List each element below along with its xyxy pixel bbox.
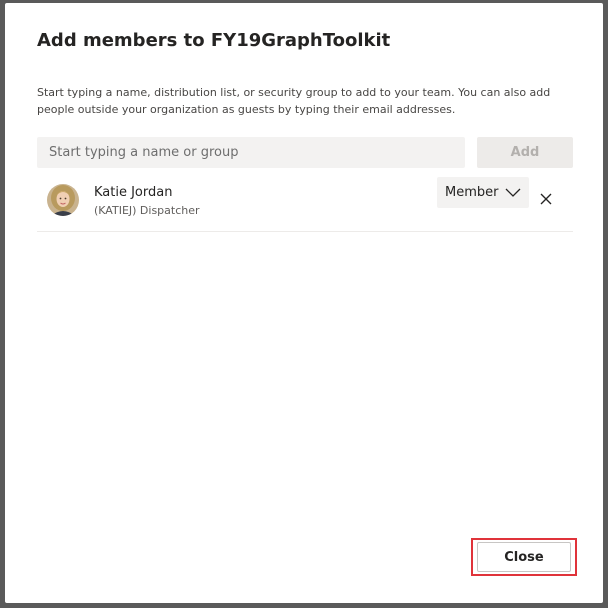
- add-button[interactable]: Add: [477, 137, 573, 168]
- close-button[interactable]: Close: [477, 542, 571, 572]
- close-icon[interactable]: [539, 192, 553, 206]
- member-row: Katie Jordan (KATIEJ) Dispatcher Member: [37, 173, 573, 232]
- avatar: [47, 184, 79, 216]
- dialog-title: Add members to FY19GraphToolkit: [37, 30, 391, 51]
- add-members-dialog: Add members to FY19GraphToolkit Start ty…: [5, 3, 603, 603]
- member-search-input[interactable]: [37, 137, 465, 168]
- dialog-description: Start typing a name, distribution list, …: [37, 86, 551, 116]
- chevron-down-icon: [505, 188, 521, 197]
- role-dropdown[interactable]: Member: [437, 177, 529, 208]
- role-dropdown-label: Member: [445, 185, 499, 200]
- member-name: Katie Jordan: [94, 185, 173, 200]
- member-subtitle: (KATIEJ) Dispatcher: [94, 204, 200, 217]
